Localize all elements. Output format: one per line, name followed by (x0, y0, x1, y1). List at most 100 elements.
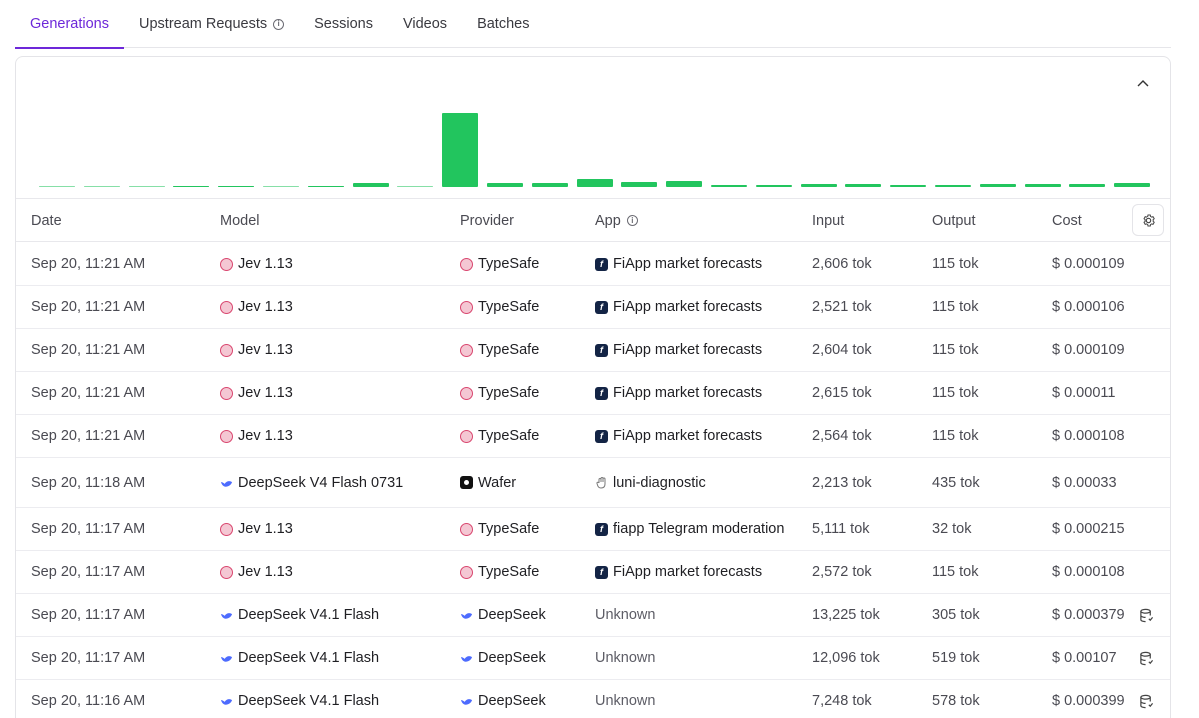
row-cost: $ 0.000379 (1052, 607, 1125, 623)
chart-bar[interactable] (128, 186, 165, 187)
row-app[interactable]: f FiApp market forecasts (595, 286, 762, 328)
row-app[interactable]: f FiApp market forecasts (595, 551, 762, 593)
table-row[interactable]: Sep 20, 11:21 AM Jev 1.13 TypeSafe f FiApp m… (16, 286, 1170, 329)
database-button[interactable] (1139, 594, 1154, 636)
row-input-tokens: 2,213 tok (812, 474, 872, 491)
chart-bar[interactable] (173, 185, 210, 187)
col-output[interactable]: Output (932, 199, 976, 242)
row-date: Sep 20, 11:16 AM (31, 693, 146, 709)
row-cost: $ 0.000108 (1052, 428, 1125, 444)
chart-bar[interactable] (800, 184, 837, 187)
table-settings-button[interactable] (1132, 204, 1164, 236)
table-row[interactable]: Sep 20, 11:17 AM DeepSeek V4.1 Flash DeepS… (16, 637, 1170, 680)
chart-bar[interactable] (845, 184, 882, 187)
row-provider[interactable]: Wafer (460, 458, 516, 507)
tab-batches[interactable]: Batches (462, 0, 544, 48)
row-model[interactable]: Jev 1.13 (220, 243, 293, 285)
col-date[interactable]: Date (31, 199, 62, 242)
row-model[interactable]: Jev 1.13 (220, 415, 293, 457)
row-app[interactable]: luni-diagnostic (595, 458, 706, 507)
chart-bar[interactable] (352, 183, 389, 187)
table-row[interactable]: Sep 20, 11:21 AM Jev 1.13 TypeSafe f FiApp m… (16, 415, 1170, 458)
hand-icon (595, 476, 608, 489)
row-model[interactable]: Jev 1.13 (220, 551, 293, 593)
table-row[interactable]: Sep 20, 11:21 AM Jev 1.13 TypeSafe f FiApp m… (16, 372, 1170, 415)
deepseek-icon (220, 609, 233, 622)
typesafe-icon (460, 522, 473, 536)
chart-bar[interactable] (890, 184, 927, 187)
row-model[interactable]: DeepSeek V4.1 Flash (220, 680, 379, 718)
provider-name: TypeSafe (478, 564, 540, 580)
row-provider[interactable]: TypeSafe (460, 286, 539, 328)
table-row[interactable]: Sep 20, 11:17 AM Jev 1.13 TypeSafe f fiapp T… (16, 508, 1170, 551)
table-row[interactable]: Sep 20, 11:18 AM DeepSeek V4 Flash 0731 Wa… (16, 458, 1170, 508)
row-model[interactable]: DeepSeek V4.1 Flash (220, 594, 379, 636)
info-icon[interactable]: i (626, 215, 638, 226)
row-model[interactable]: Jev 1.13 (220, 372, 293, 414)
database-icon (1140, 608, 1154, 622)
row-model[interactable]: Jev 1.13 (220, 508, 293, 550)
typesafe-icon (220, 343, 233, 357)
table-row[interactable]: Sep 20, 11:21 AM Jev 1.13 TypeSafe f FiApp m… (16, 243, 1170, 286)
row-provider[interactable]: TypeSafe (460, 329, 539, 371)
col-app[interactable]: App i (595, 199, 638, 242)
chart-bar[interactable] (711, 184, 747, 187)
chart-bar[interactable] (218, 185, 255, 187)
chart-bar[interactable] (935, 184, 971, 187)
chart-bar[interactable] (1069, 184, 1106, 187)
row-app[interactable]: f FiApp market forecasts (595, 243, 762, 285)
row-output-tokens: 115 tok (932, 342, 979, 358)
chart-bar[interactable] (263, 186, 299, 187)
chart-bar[interactable] (83, 186, 120, 187)
model-name: Jev 1.13 (238, 564, 293, 580)
info-icon[interactable]: i (273, 18, 285, 30)
table-row[interactable]: Sep 20, 11:17 AM Jev 1.13 TypeSafe f FiApp m… (16, 551, 1170, 594)
col-cost[interactable]: Cost (1052, 199, 1082, 242)
col-input[interactable]: Input (812, 199, 844, 242)
col-model[interactable]: Model (220, 199, 260, 242)
row-app[interactable]: f FiApp market forecasts (595, 372, 762, 414)
row-provider[interactable]: DeepSeek (460, 680, 546, 718)
tab-sessions[interactable]: Sessions (299, 0, 388, 48)
chart-bar[interactable] (755, 184, 792, 187)
row-model[interactable]: DeepSeek V4.1 Flash (220, 637, 379, 679)
provider-name: TypeSafe (478, 428, 540, 444)
row-provider[interactable]: DeepSeek (460, 637, 546, 679)
row-model[interactable]: DeepSeek V4 Flash 0731 (220, 458, 403, 507)
chart-bar[interactable] (1114, 182, 1151, 187)
chart-bar[interactable] (621, 181, 658, 187)
chart-bar[interactable] (531, 183, 568, 187)
typesafe-icon (220, 300, 233, 314)
col-provider[interactable]: Provider (460, 199, 514, 242)
chart-bar[interactable] (979, 184, 1016, 187)
tab-videos[interactable]: Videos (388, 0, 462, 48)
chart-bar[interactable] (442, 113, 479, 187)
row-provider[interactable]: TypeSafe (460, 551, 539, 593)
database-button[interactable] (1139, 637, 1154, 679)
row-provider[interactable]: DeepSeek (460, 594, 546, 636)
chart-bar[interactable] (39, 186, 75, 187)
table-row[interactable]: Sep 20, 11:21 AM Jev 1.13 TypeSafe f FiApp m… (16, 329, 1170, 372)
row-model[interactable]: Jev 1.13 (220, 329, 293, 371)
tab-generations[interactable]: Generations (15, 0, 124, 49)
chart-bar[interactable] (397, 186, 434, 187)
table-row[interactable]: Sep 20, 11:17 AM DeepSeek V4.1 Flash DeepS… (16, 594, 1170, 637)
row-model[interactable]: Jev 1.13 (220, 286, 293, 328)
database-button[interactable] (1139, 680, 1154, 718)
fiapp-icon: f (595, 522, 608, 536)
chart-bar[interactable] (666, 181, 703, 187)
chart-bar[interactable] (487, 183, 523, 187)
chart-bar[interactable] (1024, 184, 1061, 187)
row-app[interactable]: f FiApp market forecasts (595, 415, 762, 457)
row-provider[interactable]: TypeSafe (460, 243, 539, 285)
provider-name: TypeSafe (478, 342, 540, 358)
row-provider[interactable]: TypeSafe (460, 372, 539, 414)
row-app[interactable]: f fiapp Telegram moderation (595, 508, 784, 550)
table-row[interactable]: Sep 20, 11:16 AM DeepSeek V4.1 Flash DeepS… (16, 680, 1170, 718)
chart-bar[interactable] (576, 178, 613, 187)
chart-bar[interactable] (307, 185, 344, 187)
row-app[interactable]: f FiApp market forecasts (595, 329, 762, 371)
row-provider[interactable]: TypeSafe (460, 415, 539, 457)
tab-upstream-requests[interactable]: Upstream Requests i (124, 0, 299, 48)
row-provider[interactable]: TypeSafe (460, 508, 539, 550)
